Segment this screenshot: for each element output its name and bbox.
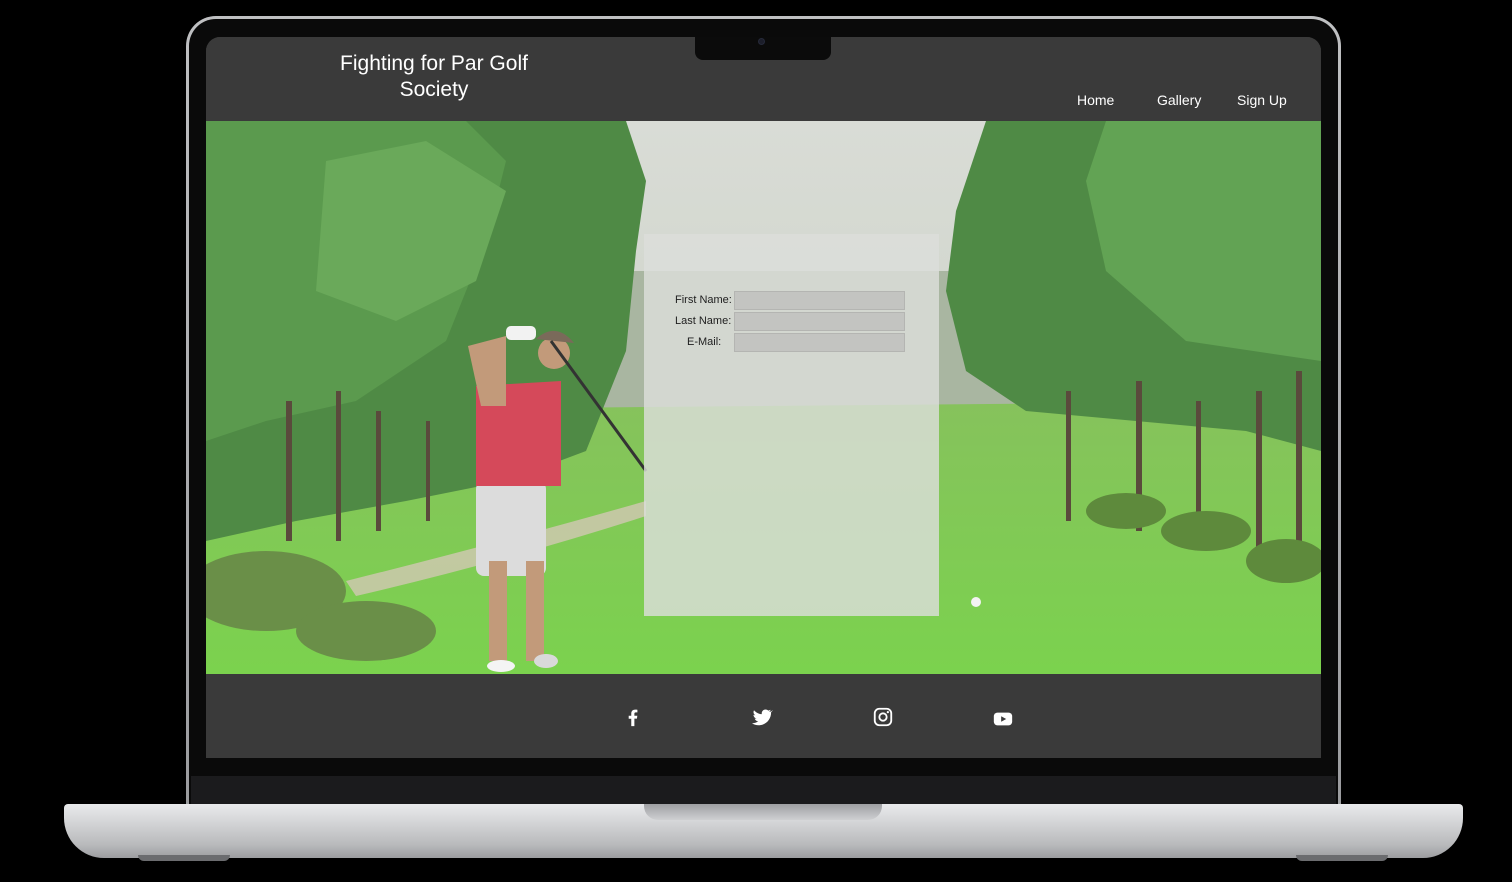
camera-icon xyxy=(758,38,765,45)
site-title-line-2: Society xyxy=(399,78,469,101)
email-row: E-Mail: xyxy=(644,333,939,353)
last-name-label: Last Name: xyxy=(675,315,732,327)
nav-gallery[interactable]: Gallery xyxy=(1157,92,1201,108)
first-name-input[interactable] xyxy=(734,291,905,310)
last-name-input[interactable] xyxy=(734,312,905,331)
nav-home[interactable]: Home xyxy=(1077,92,1114,108)
first-name-row: First Name: xyxy=(644,291,939,311)
site-title: Fighting for Par Golf Society xyxy=(324,51,544,103)
camera-notch xyxy=(695,37,831,60)
instagram-icon[interactable] xyxy=(872,706,894,728)
site-title-line-1: Fighting for Par Golf xyxy=(340,52,528,75)
hero-golf-background: First Name: Last Name: E-Mail: xyxy=(206,121,1321,674)
laptop-foot-left xyxy=(138,855,230,861)
laptop-foot-right xyxy=(1296,855,1388,861)
site-footer xyxy=(206,674,1321,758)
sign-up-form-panel: First Name: Last Name: E-Mail: xyxy=(644,234,939,616)
email-label: E-Mail: xyxy=(687,336,722,348)
first-name-label: First Name: xyxy=(675,294,732,306)
youtube-icon[interactable] xyxy=(992,708,1014,730)
nav-sign-up[interactable]: Sign Up xyxy=(1237,92,1287,108)
last-name-row: Last Name: xyxy=(644,312,939,332)
laptop-opening-notch xyxy=(644,804,882,820)
email-input[interactable] xyxy=(734,333,905,352)
screen: Fighting for Par Golf Society Home Galle… xyxy=(206,37,1321,758)
twitter-icon[interactable] xyxy=(751,706,773,728)
facebook-icon[interactable] xyxy=(622,706,644,728)
laptop-bezel-bottom xyxy=(191,776,1336,806)
